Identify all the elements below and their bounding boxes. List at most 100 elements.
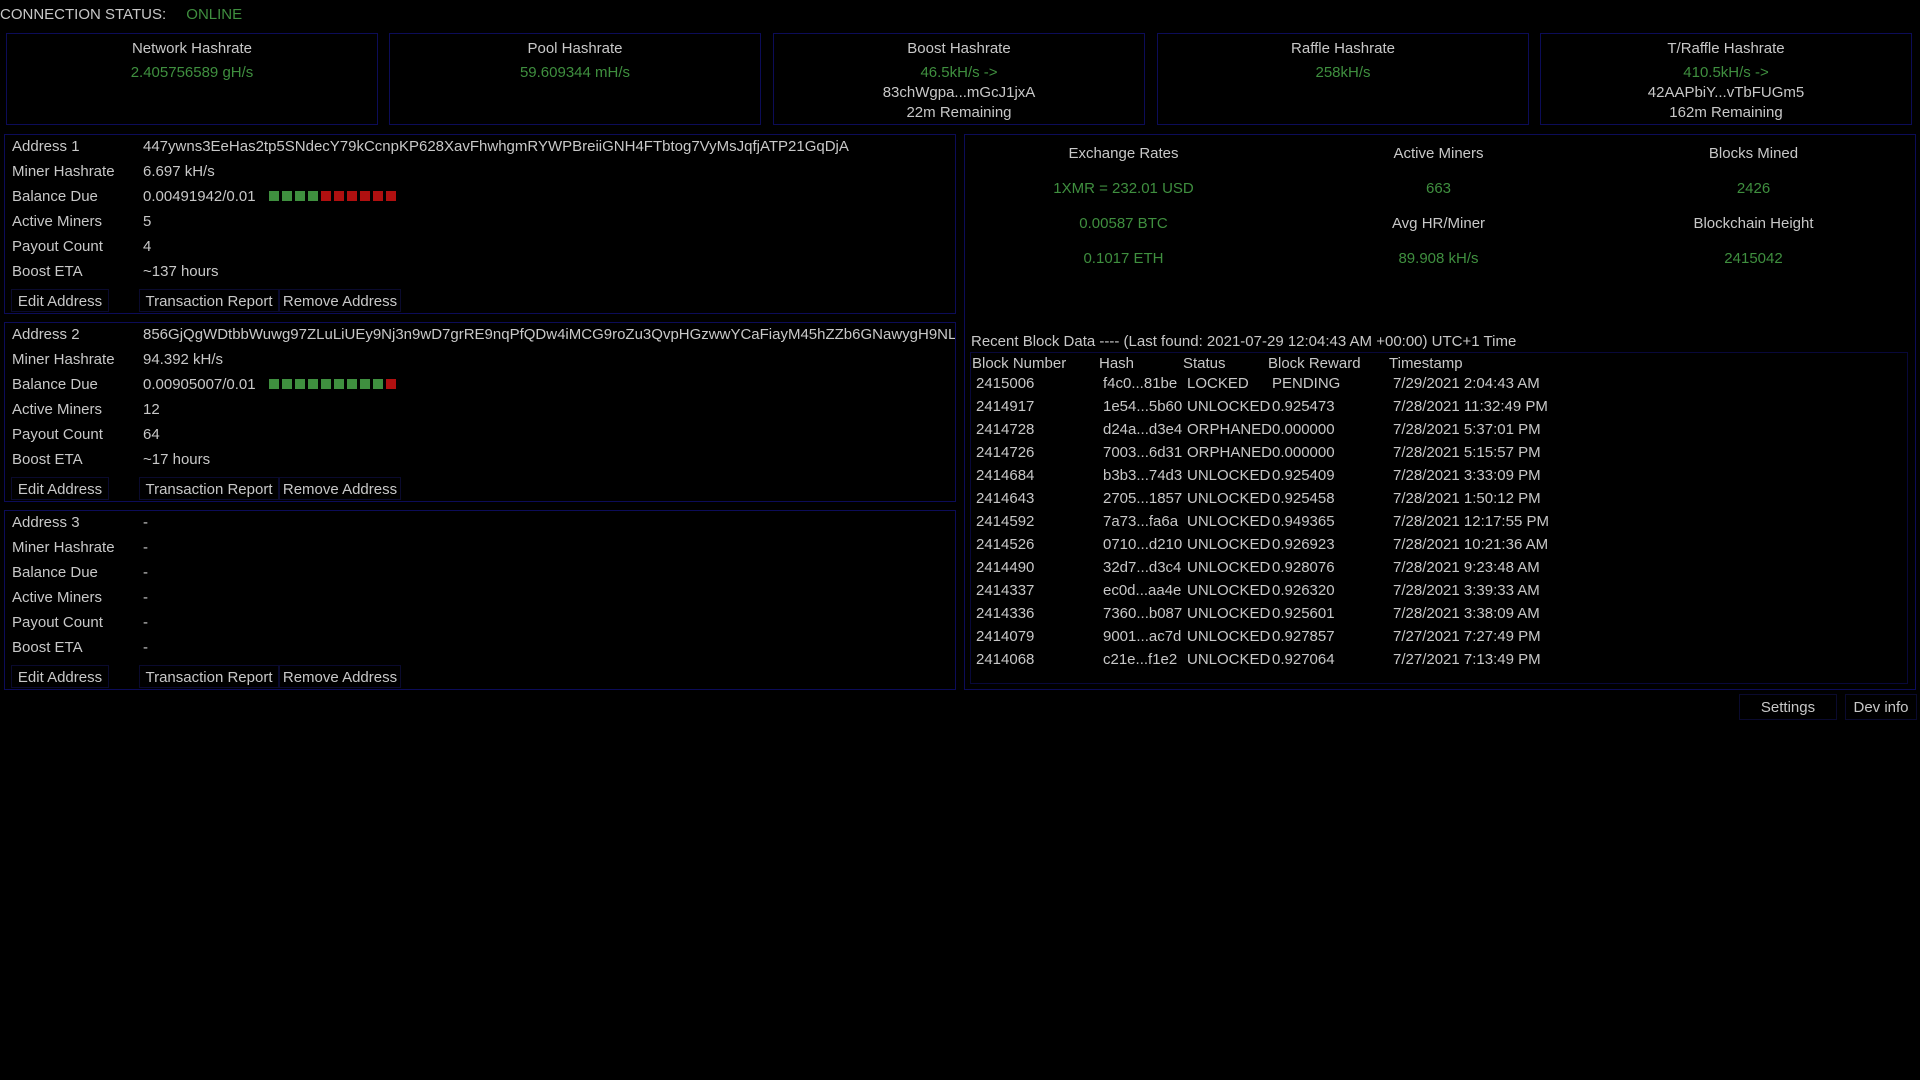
status-cell: UNLOCKED xyxy=(1187,398,1271,415)
block-number-cell: 2414068 xyxy=(976,651,1035,668)
hash-cell: d24a...d3e4 xyxy=(1103,421,1183,438)
block-reward-cell: 0.000000 xyxy=(1272,444,1335,461)
block-number-cell: 2414643 xyxy=(976,490,1035,507)
block-number-cell: 2414490 xyxy=(976,559,1035,576)
traffle-address: 42AAPbiY...vTbFUGm5 xyxy=(1647,84,1805,101)
hash-cell: 2705...1857 xyxy=(1103,490,1183,507)
address-label: Address 1 xyxy=(12,138,80,155)
block-reward-cell: 0.926923 xyxy=(1272,536,1335,553)
eth-rate: 0.1017 ETH xyxy=(1083,250,1164,267)
active-miners-label: Active Miners xyxy=(12,213,103,230)
miner-hashrate-value: - xyxy=(143,539,148,556)
remove-address-button[interactable]: Remove Address xyxy=(279,477,401,500)
timestamp-cell: 7/28/2021 5:37:01 PM xyxy=(1393,421,1541,438)
column-header-status: Status xyxy=(1183,355,1226,372)
table-row[interactable]: 2414526 0710...d210 UNLOCKED 0.926923 7/28/2… xyxy=(976,533,1916,556)
payout-count-label: Payout Count xyxy=(12,426,103,443)
hash-cell: ec0d...aa4e xyxy=(1103,582,1182,599)
boost-eta-value: ~137 hours xyxy=(143,263,219,280)
table-row[interactable]: 2414728 d24a...d3e4 ORPHANED 0.000000 7/28/2… xyxy=(976,418,1916,441)
settings-button[interactable]: Settings xyxy=(1739,694,1837,720)
table-row[interactable]: 2415006 f4c0...81be LOCKED PENDING 7/29/2021… xyxy=(976,372,1916,395)
active-miners-value: 5 xyxy=(143,213,152,230)
progress-segment xyxy=(360,379,370,389)
table-row[interactable]: 2414336 7360...b087 UNLOCKED 0.925601 7/28/2… xyxy=(976,602,1916,625)
table-row[interactable]: 2414643 2705...1857 UNLOCKED 0.925458 7/28/2… xyxy=(976,487,1916,510)
miner-hashrate-value: 6.697 kH/s xyxy=(143,163,215,180)
block-number-cell: 2414526 xyxy=(976,536,1035,553)
remove-address-button[interactable]: Remove Address xyxy=(279,665,401,688)
block-number-cell: 2414336 xyxy=(976,605,1035,622)
transaction-report-button[interactable]: Transaction Report xyxy=(139,289,279,312)
edit-address-button[interactable]: Edit Address xyxy=(11,665,109,688)
address-value: 856GjQgWDtbbWuwg97ZLuLiUEy9Nj3n9wD7grRE9… xyxy=(143,326,956,343)
table-row[interactable]: 2414079 9001...ac7d UNLOCKED 0.927857 7/27/2… xyxy=(976,625,1916,648)
status-cell: LOCKED xyxy=(1187,375,1249,392)
table-row[interactable]: 2414337 ec0d...aa4e UNLOCKED 0.926320 7/28/2… xyxy=(976,579,1916,602)
network-hashrate-value: 2.405756589 gH/s xyxy=(130,64,254,81)
column-header-hash: Hash xyxy=(1099,355,1135,372)
table-row[interactable]: 2414917 1e54...5b60 UNLOCKED 0.925473 7/28/2… xyxy=(976,395,1916,418)
active-miners-label: Active Miners xyxy=(12,589,103,606)
network-hashrate-box: Network Hashrate 2.405756589 gH/s xyxy=(6,33,378,125)
edit-address-button[interactable]: Edit Address xyxy=(11,477,109,500)
status-cell: UNLOCKED xyxy=(1187,536,1271,553)
table-row[interactable]: 2414726 7003...6d31 ORPHANED 0.000000 7/28/2… xyxy=(976,441,1916,464)
block-number-cell: 2414917 xyxy=(976,398,1035,415)
hash-cell: 1e54...5b60 xyxy=(1103,398,1183,415)
timestamp-cell: 7/28/2021 3:38:09 AM xyxy=(1393,605,1540,622)
status-cell: UNLOCKED xyxy=(1187,582,1271,599)
hash-cell: b3b3...74d3 xyxy=(1103,467,1183,484)
block-number-cell: 2415006 xyxy=(976,375,1035,392)
column-header-timestamp: Timestamp xyxy=(1389,355,1463,372)
block-number-cell: 2414684 xyxy=(976,467,1035,484)
progress-segment xyxy=(282,191,292,201)
edit-address-button[interactable]: Edit Address xyxy=(11,289,109,312)
pool-hashrate-value: 59.609344 mH/s xyxy=(519,64,631,81)
block-number-cell: 2414726 xyxy=(976,444,1035,461)
block-reward-cell: 0.928076 xyxy=(1272,559,1335,576)
dev-info-button[interactable]: Dev info xyxy=(1845,694,1917,720)
timestamp-cell: 7/28/2021 5:15:57 PM xyxy=(1393,444,1541,461)
block-reward-cell: 0.925601 xyxy=(1272,605,1335,622)
progress-segment xyxy=(386,379,396,389)
progress-segment xyxy=(295,191,305,201)
transaction-report-button[interactable]: Transaction Report xyxy=(139,665,279,688)
balance-progress-bar xyxy=(269,191,396,201)
status-cell: UNLOCKED xyxy=(1187,513,1271,530)
avg-hr-value: 89.908 kH/s xyxy=(1398,250,1479,267)
progress-segment xyxy=(373,191,383,201)
block-number-cell: 2414337 xyxy=(976,582,1035,599)
progress-segment xyxy=(269,191,279,201)
address-value: - xyxy=(143,514,148,531)
miner-hashrate-value: 94.392 kH/s xyxy=(143,351,224,368)
blockchain-height-title: Blockchain Height xyxy=(1693,215,1814,232)
balance-due-value: 0.00905007/0.01 xyxy=(143,376,256,393)
active-miners-value: 663 xyxy=(1425,180,1452,197)
remove-address-button[interactable]: Remove Address xyxy=(279,289,401,312)
table-row[interactable]: 2414592 7a73...fa6a UNLOCKED 0.949365 7/28/2… xyxy=(976,510,1916,533)
hash-cell: 7003...6d31 xyxy=(1103,444,1183,461)
balance-progress-bar xyxy=(269,379,396,389)
table-row[interactable]: 2414684 b3b3...74d3 UNLOCKED 0.925409 7/28/2… xyxy=(976,464,1916,487)
raffle-hashrate-title: Raffle Hashrate xyxy=(1291,40,1395,57)
status-cell: UNLOCKED xyxy=(1187,559,1271,576)
timestamp-cell: 7/27/2021 7:27:49 PM xyxy=(1393,628,1541,645)
progress-segment xyxy=(373,379,383,389)
table-row[interactable]: 2414490 32d7...d3c4 UNLOCKED 0.928076 7/28/2… xyxy=(976,556,1916,579)
balance-due-value: 0.00491942/0.01 xyxy=(143,188,256,205)
timestamp-cell: 7/27/2021 7:13:49 PM xyxy=(1393,651,1541,668)
progress-segment xyxy=(321,379,331,389)
block-reward-cell: 0.000000 xyxy=(1272,421,1335,438)
status-cell: UNLOCKED xyxy=(1187,490,1271,507)
progress-segment xyxy=(282,379,292,389)
transaction-report-button[interactable]: Transaction Report xyxy=(139,477,279,500)
progress-segment xyxy=(347,191,357,201)
table-row[interactable]: 2414068 c21e...f1e2 UNLOCKED 0.927064 7/27/2… xyxy=(976,648,1916,671)
timestamp-cell: 7/29/2021 2:04:43 AM xyxy=(1393,375,1540,392)
raffle-hashrate-box: Raffle Hashrate 258kH/s xyxy=(1157,33,1529,125)
address-panel-3: Address 3 - Miner Hashrate - Balance Due… xyxy=(4,510,956,690)
pool-hashrate-title: Pool Hashrate xyxy=(527,40,623,57)
hash-cell: f4c0...81be xyxy=(1103,375,1178,392)
progress-segment xyxy=(321,191,331,201)
